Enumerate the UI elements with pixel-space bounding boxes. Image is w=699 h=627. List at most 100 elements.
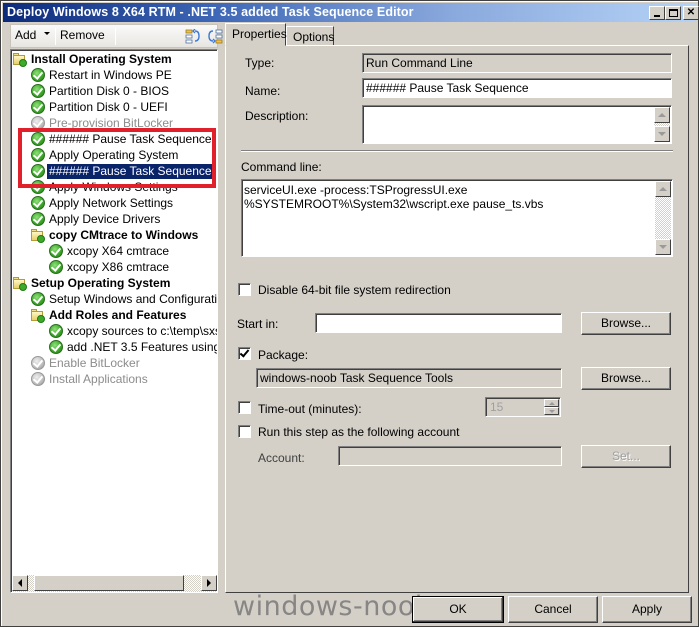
- tree-item-label: Install Operating System: [31, 51, 172, 66]
- title-bar[interactable]: Deploy Windows 8 X64 RTM - .NET 3.5 adde…: [3, 3, 699, 22]
- tree-step[interactable]: Setup Windows and Configuration Manager: [30, 291, 218, 307]
- tree-item-label: Setup Windows and Configuration Manager: [49, 291, 218, 306]
- tree-horizontal-scrollbar[interactable]: [12, 575, 217, 592]
- tree-step[interactable]: xcopy X86 cmtrace: [48, 259, 171, 275]
- move-down-icon[interactable]: [207, 29, 223, 44]
- green-check-icon: [30, 99, 46, 115]
- ok-button[interactable]: OK: [412, 596, 504, 623]
- tree-step[interactable]: Restart in Windows PE: [30, 67, 174, 83]
- scrollbar-thumb[interactable]: [34, 575, 184, 591]
- package-checkbox[interactable]: [238, 347, 251, 360]
- tree-step[interactable]: Pre-provision BitLocker: [30, 115, 175, 131]
- tree-item-label: xcopy sources to c:\temp\sxs: [67, 323, 218, 338]
- window-title: Deploy Windows 8 X64 RTM - .NET 3.5 adde…: [7, 5, 414, 19]
- name-input[interactable]: ###### Pause Task Sequence: [362, 78, 672, 98]
- tree-step[interactable]: xcopy X64 cmtrace: [48, 243, 171, 259]
- tree-item-label: Add Roles and Features: [49, 307, 187, 322]
- tree-item-label: Restart in Windows PE: [49, 67, 172, 82]
- timeout-spinner[interactable]: 15: [485, 397, 561, 417]
- tree-step[interactable]: Partition Disk 0 - BIOS: [30, 83, 171, 99]
- minimize-button[interactable]: [649, 6, 665, 20]
- tree-step[interactable]: Apply Windows Settings: [30, 179, 180, 195]
- green-check-icon: [30, 195, 46, 211]
- folder-check-icon: [12, 275, 28, 291]
- tree-step[interactable]: add .NET 3.5 Features using DISM: [48, 339, 218, 355]
- maximize-icon: [668, 9, 678, 17]
- tree-group[interactable]: Add Roles and Features: [30, 307, 188, 323]
- tree-item-label: Apply Network Settings: [49, 195, 174, 210]
- set-account-button[interactable]: Set...: [581, 445, 671, 468]
- scroll-up-button[interactable]: [655, 181, 671, 197]
- disable-redirection-checkbox[interactable]: [238, 283, 251, 296]
- spin-down-button[interactable]: [544, 407, 559, 415]
- green-check-icon: [48, 339, 64, 355]
- folder-check-icon: [12, 51, 28, 67]
- arrow-left-icon: [18, 579, 22, 587]
- arrow-up-icon: [658, 113, 666, 117]
- command-line-input[interactable]: serviceUI.exe -process:TSProgressUI.exe …: [241, 179, 673, 257]
- maximize-button[interactable]: [665, 6, 681, 20]
- disable-redirection-label: Disable 64-bit file system redirection: [258, 283, 451, 297]
- properties-panel: Type: Run Command Line Name: ###### Paus…: [225, 45, 689, 593]
- tree-step[interactable]: Apply Network Settings: [30, 195, 175, 211]
- timeout-checkbox[interactable]: [238, 401, 251, 414]
- gray-check-icon: [30, 355, 46, 371]
- green-check-icon: [30, 179, 46, 195]
- description-scrollbar[interactable]: [654, 107, 670, 142]
- green-check-icon: [30, 131, 46, 147]
- tree-group[interactable]: Setup Operating System: [12, 275, 172, 291]
- browse-package-button[interactable]: Browse...: [581, 367, 671, 390]
- arrow-right-icon: [207, 579, 211, 587]
- apply-button[interactable]: Apply: [602, 596, 692, 623]
- tab-options[interactable]: Options: [286, 26, 334, 46]
- cancel-button[interactable]: Cancel: [508, 596, 598, 623]
- package-label: Package:: [258, 348, 309, 362]
- move-up-icon[interactable]: [185, 29, 201, 44]
- tree-step[interactable]: Partition Disk 0 - UEFI: [30, 99, 170, 115]
- description-input[interactable]: [362, 105, 672, 144]
- green-check-icon: [48, 259, 64, 275]
- tree-group[interactable]: Install Operating System: [12, 51, 174, 67]
- scroll-right-button[interactable]: [201, 575, 217, 591]
- green-check-icon: [48, 323, 64, 339]
- minimize-icon: [654, 15, 660, 17]
- scroll-up-button[interactable]: [654, 107, 670, 123]
- start-in-input[interactable]: [315, 313, 562, 333]
- account-label: Account:: [258, 451, 305, 465]
- tree-item-label: add .NET 3.5 Features using DISM: [67, 339, 218, 354]
- tree-item-label: Setup Operating System: [31, 275, 171, 290]
- tree-step[interactable]: ###### Pause Task Sequence: [30, 131, 214, 147]
- tree-item-label: Partition Disk 0 - UEFI: [49, 99, 168, 114]
- close-button[interactable]: ✕: [683, 6, 699, 20]
- run-as-label: Run this step as the following account: [258, 425, 460, 439]
- scroll-down-button[interactable]: [654, 126, 670, 142]
- green-check-icon: [30, 163, 46, 179]
- tree-step[interactable]: ###### Pause Task Sequence: [30, 163, 214, 179]
- green-check-icon: [30, 211, 46, 227]
- scroll-down-button[interactable]: [655, 239, 671, 255]
- browse-start-in-button[interactable]: Browse...: [581, 312, 671, 335]
- remove-button[interactable]: Remove: [60, 28, 105, 42]
- account-field: [338, 446, 562, 466]
- tab-properties[interactable]: Properties: [225, 23, 287, 46]
- tree-step[interactable]: Enable BitLocker: [30, 355, 142, 371]
- tree-step[interactable]: Apply Operating System: [30, 147, 180, 163]
- task-sequence-editor-window: Deploy Windows 8 X64 RTM - .NET 3.5 adde…: [0, 0, 699, 627]
- green-check-icon: [30, 147, 46, 163]
- arrow-down-icon: [658, 132, 666, 136]
- tree-step[interactable]: xcopy sources to c:\temp\sxs: [48, 323, 218, 339]
- package-field: windows-noob Task Sequence Tools: [256, 368, 562, 388]
- spin-up-button[interactable]: [544, 399, 559, 407]
- add-menu-button[interactable]: Add: [15, 28, 36, 42]
- tree-step[interactable]: Apply Device Drivers: [30, 211, 162, 227]
- chevron-down-icon[interactable]: [44, 32, 50, 35]
- close-icon: ✕: [686, 7, 696, 18]
- arrow-up-icon: [659, 187, 667, 191]
- tree-group[interactable]: copy CMtrace to Windows: [30, 227, 200, 243]
- description-label: Description:: [245, 109, 309, 123]
- tree-step[interactable]: Install Applications: [30, 371, 150, 387]
- command-line-scrollbar[interactable]: [655, 181, 671, 255]
- scroll-left-button[interactable]: [12, 575, 28, 591]
- run-as-checkbox[interactable]: [238, 425, 251, 438]
- task-sequence-tree[interactable]: Install Operating System Restart in Windo…: [10, 49, 218, 593]
